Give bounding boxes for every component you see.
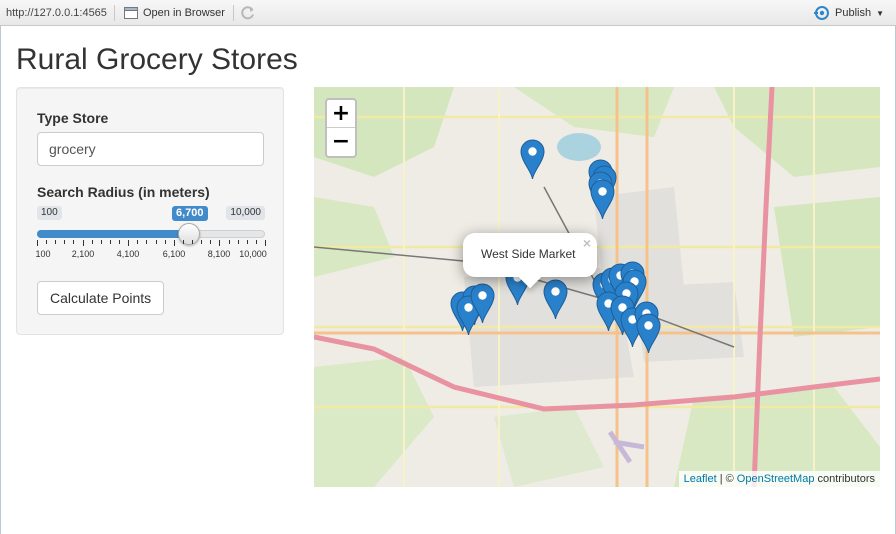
open-in-browser-button[interactable]: Open in Browser xyxy=(124,4,225,22)
search-radius-label: Search Radius (in meters) xyxy=(37,184,210,200)
toolbar-divider xyxy=(114,5,115,21)
slider-ticks xyxy=(37,240,266,246)
slider-tick xyxy=(174,240,175,246)
slider-tick xyxy=(201,240,202,244)
type-store-input[interactable] xyxy=(37,132,264,166)
attribution-suffix: contributors xyxy=(817,473,875,485)
popup-close-button[interactable]: × xyxy=(583,235,591,251)
zoom-out-button[interactable]: − xyxy=(327,128,355,156)
slider-tick xyxy=(110,240,111,244)
slider-current-label: 6,700 xyxy=(172,206,208,221)
refresh-icon[interactable] xyxy=(240,5,256,21)
slider-tick xyxy=(55,240,56,244)
openstreetmap-link[interactable]: OpenStreetMap xyxy=(737,473,815,485)
map-marker-icon[interactable] xyxy=(543,279,568,320)
map-marker-icon[interactable] xyxy=(636,313,661,354)
slider-tick xyxy=(119,240,120,244)
slider-tick xyxy=(238,240,239,244)
slider-tick-label: 6,100 xyxy=(162,249,186,259)
publish-button[interactable]: Publish ▼ xyxy=(814,4,884,22)
slider-tick-label: 4,100 xyxy=(116,249,140,259)
map-marker-icon[interactable] xyxy=(520,139,545,180)
slider-tick xyxy=(192,240,193,244)
slider-tick xyxy=(137,240,138,244)
slider-tick xyxy=(265,240,266,246)
map-marker-icon[interactable] xyxy=(470,283,495,324)
leaflet-link[interactable]: Leaflet xyxy=(684,473,717,485)
slider-tick xyxy=(210,240,211,244)
publish-label: Publish xyxy=(835,7,872,19)
attribution-separator: | © xyxy=(719,473,734,485)
page-title: Rural Grocery Stores xyxy=(16,43,298,76)
slider-tick xyxy=(156,240,157,244)
slider-tick xyxy=(64,240,65,244)
slider-tick xyxy=(101,240,102,244)
viewer-toolbar: http://127.0.0.1:4565 Open in Browser Pu… xyxy=(0,0,896,26)
browser-window-icon xyxy=(124,7,138,19)
slider-tick xyxy=(229,240,230,244)
slider-min-label: 100 xyxy=(37,206,62,220)
slider-tick xyxy=(83,240,84,246)
slider-tick xyxy=(92,240,93,244)
popup-text: West Side Market xyxy=(481,247,576,261)
slider-tick-label: 100 xyxy=(35,249,51,259)
slider-tick-label: 8,100 xyxy=(207,249,231,259)
slider-tick xyxy=(183,240,184,244)
slider-tick xyxy=(73,240,74,244)
slider-max-label: 10,000 xyxy=(226,206,265,220)
sidebar-panel: Type Store Search Radius (in meters) 100… xyxy=(16,87,284,335)
search-radius-slider[interactable]: 100 6,700 10,000 100 2,100 4,100 6,100 8… xyxy=(35,204,267,260)
slider-tick xyxy=(219,240,220,246)
slider-tick-label: 10,000 xyxy=(239,249,267,259)
publish-icon xyxy=(814,6,829,20)
leaflet-map[interactable]: + − West Side Market × Leaflet | © OpenS… xyxy=(314,87,880,487)
chevron-down-icon[interactable]: ▼ xyxy=(876,9,884,18)
slider-tick xyxy=(37,240,38,246)
type-store-label: Type Store xyxy=(37,110,109,126)
slider-tick xyxy=(256,240,257,244)
zoom-control: + − xyxy=(325,98,357,158)
store-popup: West Side Market × xyxy=(463,233,597,289)
slider-tick xyxy=(46,240,47,244)
slider-fill xyxy=(37,230,189,238)
slider-tick xyxy=(128,240,129,246)
map-marker-icon[interactable] xyxy=(590,179,615,220)
url-text: http://127.0.0.1:4565 xyxy=(6,7,107,19)
calculate-points-button[interactable]: Calculate Points xyxy=(37,281,165,315)
open-in-browser-label: Open in Browser xyxy=(143,7,225,19)
slider-tick-label: 2,100 xyxy=(71,249,95,259)
zoom-in-button[interactable]: + xyxy=(327,100,355,128)
map-attribution: Leaflet | © OpenStreetMap contributors xyxy=(678,471,880,487)
slider-tick xyxy=(247,240,248,244)
slider-tick xyxy=(146,240,147,244)
toolbar-divider xyxy=(233,5,234,21)
slider-tick xyxy=(165,240,166,244)
